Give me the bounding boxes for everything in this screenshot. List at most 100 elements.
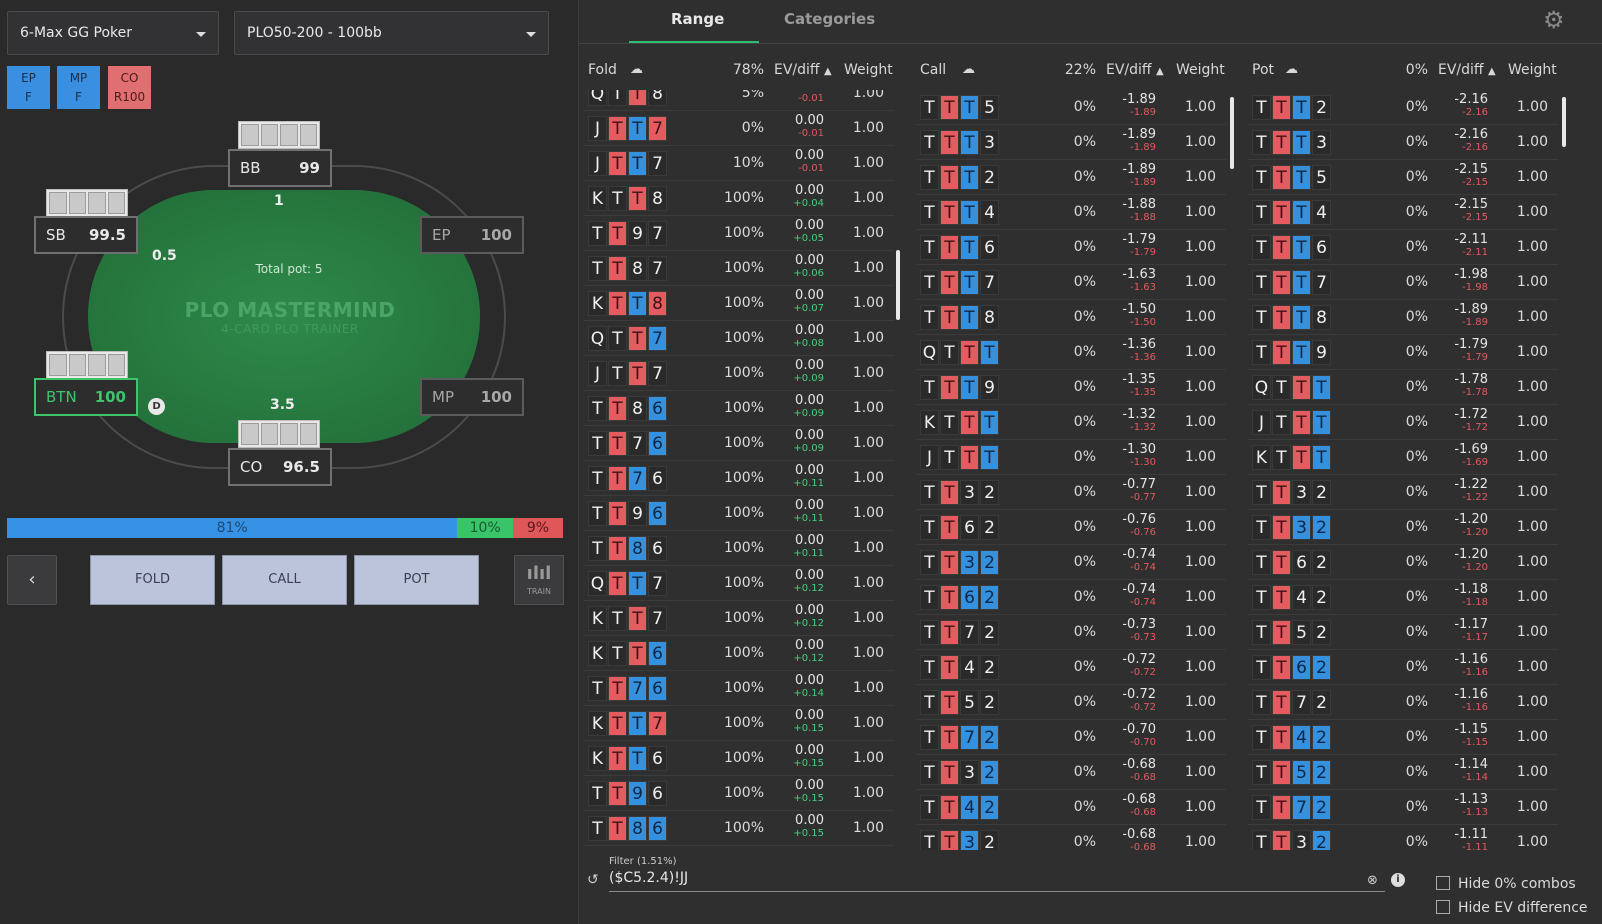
table-row[interactable]: J T T T 0% -1.30 -1.30 1.00 [916, 440, 1226, 475]
table-row[interactable]: K T T T 0% -1.69 -1.69 1.00 [1248, 440, 1558, 475]
train-button[interactable]: ılıl TRAIN [514, 555, 564, 605]
table-row[interactable]: T T 7 6 100% 0.00 +0.09 1.00 [584, 426, 894, 461]
table-row[interactable]: J T T T 0% -1.72 -1.72 1.00 [1248, 405, 1558, 440]
table-row[interactable]: T T T 9 0% -1.79 -1.79 1.00 [1248, 335, 1558, 370]
table-row[interactable]: T T 7 6 100% 0.00 +0.11 1.00 [584, 461, 894, 496]
fold-button[interactable]: FOLD [90, 555, 215, 605]
table-row[interactable]: T T 4 2 0% -0.68 -0.68 1.00 [916, 790, 1226, 825]
table-row[interactable]: T T 6 2 0% -1.16 -1.16 1.00 [1248, 650, 1558, 685]
call-button[interactable]: CALL [222, 555, 347, 605]
ev-header[interactable]: EV/diff ▲ [1106, 62, 1164, 78]
table-row[interactable]: T T 8 7 100% 0.00 +0.06 1.00 [584, 251, 894, 286]
table-row[interactable]: Q T T 7 100% 0.00 +0.12 1.00 [584, 566, 894, 601]
table-row[interactable]: T T 6 2 0% -1.20 -1.20 1.00 [1248, 545, 1558, 580]
table-row[interactable]: T T T 2 0% -2.16 -2.16 1.00 [1248, 90, 1558, 125]
seat-btn[interactable]: BTN 100 [34, 378, 138, 416]
table-row[interactable]: T T 3 2 0% -0.74 -0.74 1.00 [916, 545, 1226, 580]
table-row[interactable]: T T 3 2 0% -0.68 -0.68 1.00 [916, 755, 1226, 790]
table-row[interactable]: K T T 8 100% 0.00 +0.04 1.00 [584, 181, 894, 216]
table-row[interactable]: T T 6 2 0% -0.74 -0.74 1.00 [916, 580, 1226, 615]
table-row[interactable]: K T T 8 100% 0.00 +0.07 1.00 [584, 286, 894, 321]
table-row[interactable]: T T 5 2 0% -1.14 -1.14 1.00 [1248, 755, 1558, 790]
table-row[interactable]: Q T T T 0% -1.36 -1.36 1.00 [916, 335, 1226, 370]
table-row[interactable]: T T 7 2 0% -0.73 -0.73 1.00 [916, 615, 1226, 650]
table-row[interactable]: K T T T 0% -1.32 -1.32 1.00 [916, 405, 1226, 440]
cloud-icon[interactable]: ☁ [630, 62, 643, 77]
info-icon[interactable]: i [1391, 873, 1405, 887]
table-row[interactable]: T T 5 2 0% -1.17 -1.17 1.00 [1248, 615, 1558, 650]
site-select[interactable]: 6-Max GG Poker [7, 11, 219, 55]
table-row[interactable]: T T T 5 0% -1.89 -1.89 1.00 [916, 90, 1226, 125]
table-row[interactable]: K T T 7 100% 0.00 +0.12 1.00 [584, 601, 894, 636]
seat-mp[interactable]: MP 100 [420, 378, 524, 416]
game-select[interactable]: PLO50-200 - 100bb [234, 11, 549, 55]
table-row[interactable]: K T T 6 100% 0.00 +0.15 1.00 [584, 741, 894, 776]
table-row[interactable]: T T T 9 0% -1.35 -1.35 1.00 [916, 370, 1226, 405]
tab-categories[interactable]: Categories [784, 10, 875, 28]
action-chip-ep[interactable]: EP F [7, 66, 50, 109]
table-row[interactable]: T T 5 2 0% -0.72 -0.72 1.00 [916, 685, 1226, 720]
table-row[interactable]: T T 9 7 100% 0.00 +0.05 1.00 [584, 216, 894, 251]
table-row[interactable]: T T T 8 0% -1.50 -1.50 1.00 [916, 300, 1226, 335]
table-row[interactable]: T T 7 2 0% -0.70 -0.70 1.00 [916, 720, 1226, 755]
table-row[interactable]: J T T 7 10% 0.00 -0.01 1.00 [584, 146, 894, 181]
table-row[interactable]: T T T 7 0% -1.98 -1.98 1.00 [1248, 265, 1558, 300]
table-row[interactable]: T T T 2 0% -1.89 -1.89 1.00 [916, 160, 1226, 195]
scrollbar[interactable] [1562, 97, 1566, 147]
table-row[interactable]: J T T 7 100% 0.00 +0.09 1.00 [584, 356, 894, 391]
table-row[interactable]: T T 7 2 0% -1.13 -1.13 1.00 [1248, 790, 1558, 825]
reset-icon[interactable]: ↺ [587, 872, 599, 888]
seat-bb[interactable]: BB 99 [228, 149, 332, 187]
cloud-icon[interactable]: ☁ [1285, 62, 1298, 77]
seat-co[interactable]: CO 96.5 [228, 448, 332, 486]
table-row[interactable]: T T T 5 0% -2.15 -2.15 1.00 [1248, 160, 1558, 195]
clear-icon[interactable]: ⊗ [1367, 873, 1378, 888]
hide-ev-checkbox[interactable]: Hide EV difference [1436, 900, 1588, 916]
table-row[interactable]: T T T 3 0% -2.16 -2.16 1.00 [1248, 125, 1558, 160]
table-row[interactable]: T T 8 6 100% 0.00 +0.09 1.00 [584, 391, 894, 426]
seat-sb[interactable]: SB 99.5 [34, 216, 138, 254]
gear-icon[interactable]: ⚙ [1543, 8, 1567, 32]
table-row[interactable]: T T 4 2 0% -0.72 -0.72 1.00 [916, 650, 1226, 685]
table-row[interactable]: T T 7 2 0% -1.16 -1.16 1.00 [1248, 685, 1558, 720]
table-row[interactable]: T T T 4 0% -1.88 -1.88 1.00 [916, 195, 1226, 230]
table-row[interactable]: T T 9 6 100% 0.00 +0.11 1.00 [584, 496, 894, 531]
tab-range[interactable]: Range [671, 10, 724, 28]
table-row[interactable]: T T 3 2 0% -1.11 -1.11 1.00 [1248, 825, 1558, 850]
table-row[interactable]: T T 6 2 0% -0.76 -0.76 1.00 [916, 510, 1226, 545]
table-row[interactable]: T T 3 2 0% -0.68 -0.68 1.00 [916, 825, 1226, 850]
table-row[interactable]: T T T 6 0% -1.79 -1.79 1.00 [916, 230, 1226, 265]
table-row[interactable]: T T 3 2 0% -1.22 -1.22 1.00 [1248, 475, 1558, 510]
table-row[interactable]: T T 7 6 100% 0.00 +0.14 1.00 [584, 671, 894, 706]
table-row[interactable]: T T T 8 0% -1.89 -1.89 1.00 [1248, 300, 1558, 335]
seat-ep[interactable]: EP 100 [420, 216, 524, 254]
table-row[interactable]: K T T 7 100% 0.00 +0.15 1.00 [584, 706, 894, 741]
table-row[interactable]: T T T 4 0% -2.15 -2.15 1.00 [1248, 195, 1558, 230]
table-row[interactable]: J T T 7 0% 0.00 -0.01 1.00 [584, 111, 894, 146]
action-chip-mp[interactable]: MP F [57, 66, 100, 109]
scrollbar[interactable] [1230, 97, 1234, 169]
action-chip-co[interactable]: CO R100 [108, 66, 151, 109]
table-row[interactable]: Q T T T 0% -1.78 -1.78 1.00 [1248, 370, 1558, 405]
pot-button[interactable]: POT [354, 555, 479, 605]
table-row[interactable]: T T 4 2 0% -1.15 -1.15 1.00 [1248, 720, 1558, 755]
filter-input[interactable]: ($C5.2.4)!JJ [609, 868, 1385, 892]
ev-header[interactable]: EV/diff ▲ [1438, 62, 1496, 78]
scrollbar[interactable] [896, 250, 900, 320]
table-row[interactable]: T T 4 2 0% -1.18 -1.18 1.00 [1248, 580, 1558, 615]
table-row[interactable]: K T T 6 100% 0.00 +0.12 1.00 [584, 636, 894, 671]
hide-zero-checkbox[interactable]: Hide 0% combos [1436, 876, 1576, 892]
table-row[interactable]: QTT85% 0.00 -0.01 1.00 [584, 90, 894, 111]
table-row[interactable]: T T T 7 0% -1.63 -1.63 1.00 [916, 265, 1226, 300]
table-row[interactable]: T T 8 6 100% 0.00 +0.11 1.00 [584, 531, 894, 566]
cloud-icon[interactable]: ☁ [962, 62, 975, 77]
back-button[interactable]: ‹ [7, 555, 57, 605]
table-row[interactable]: T T 8 6 100% 0.00 +0.15 1.00 [584, 811, 894, 846]
table-row[interactable]: T T 9 6 100% 0.00 +0.15 1.00 [584, 776, 894, 811]
table-row[interactable]: T T T 3 0% -1.89 -1.89 1.00 [916, 125, 1226, 160]
table-row[interactable]: T T 3 2 0% -0.77 -0.77 1.00 [916, 475, 1226, 510]
table-row[interactable]: T T T 6 0% -2.11 -2.11 1.00 [1248, 230, 1558, 265]
ev-header[interactable]: EV/diff ▲ [774, 62, 832, 78]
table-row[interactable]: T T 3 2 0% -1.20 -1.20 1.00 [1248, 510, 1558, 545]
table-row[interactable]: Q T T 7 100% 0.00 +0.08 1.00 [584, 321, 894, 356]
